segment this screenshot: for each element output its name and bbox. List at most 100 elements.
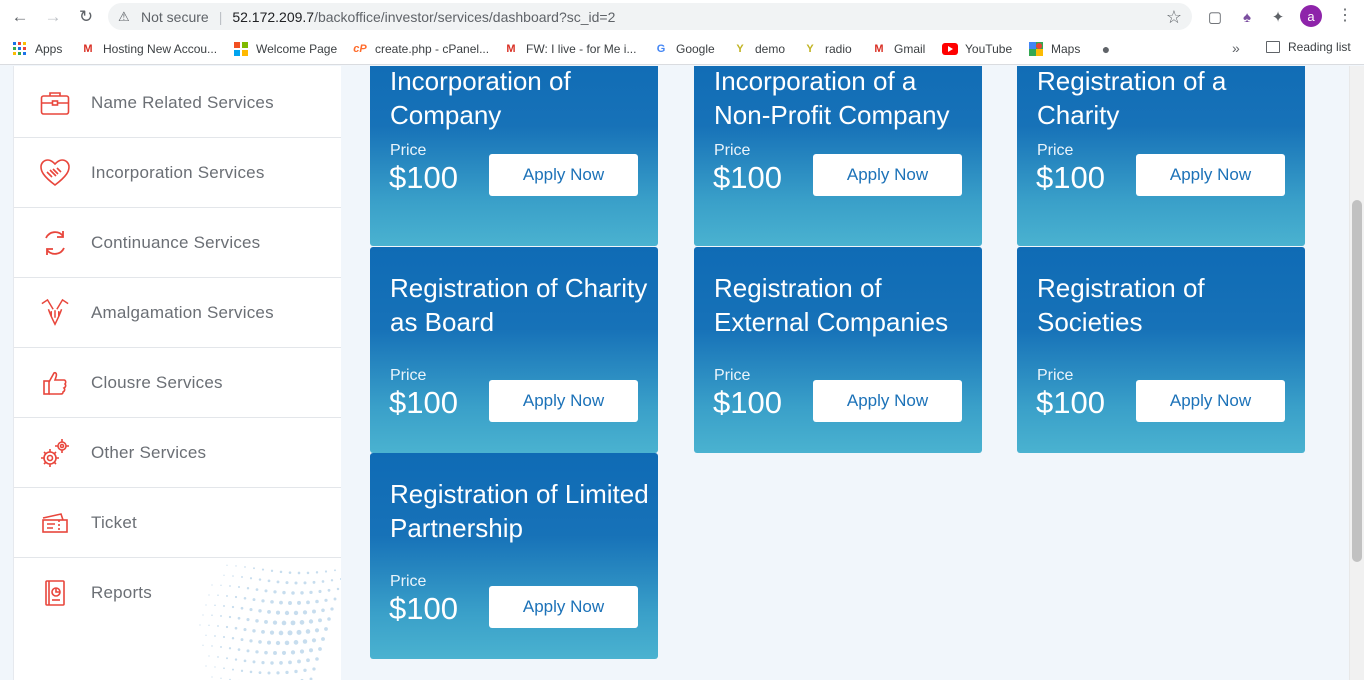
service-title: Incorporation of Company: [390, 66, 571, 130]
bookmark-hosting[interactable]: M Hosting New Accou...: [80, 40, 217, 58]
profile-avatar[interactable]: a: [1300, 5, 1322, 27]
bookmark-welcome[interactable]: Welcome Page: [233, 40, 337, 58]
bookmark-gmail[interactable]: M Gmail: [871, 40, 925, 58]
bookmark-demo[interactable]: Y demo: [732, 40, 785, 58]
bookmarks-overflow-button[interactable]: »: [1232, 40, 1240, 56]
sidebar-item-label: Continuance Services: [91, 232, 261, 252]
service-title: Incorporation of a Non-Profit Company: [714, 66, 950, 130]
sidebar-item-amalgamation[interactable]: Amalgamation Services: [14, 278, 341, 348]
sidebar-item-label: Other Services: [91, 442, 207, 462]
bookmark-label: create.php - cPanel...: [375, 42, 490, 56]
service-card: Registration of Societies Price $100 App…: [1017, 247, 1305, 453]
price-label: Price: [390, 142, 427, 159]
bookmark-label: Maps: [1051, 42, 1081, 56]
bookmark-cpanel[interactable]: cP create.php - cPanel...: [352, 40, 489, 58]
google-icon: G: [656, 43, 666, 55]
browser-toolbar: ← → ↻ ⚠ Not secure | 52.172.209.7/backof…: [0, 0, 1364, 33]
bookmark-label: radio: [825, 42, 852, 56]
price-value: $100: [389, 385, 458, 420]
extension-page-icon[interactable]: ▢: [1205, 7, 1225, 27]
refresh-cycle-icon: [40, 228, 70, 258]
url-path: /backoffice/investor/services/dashboard?…: [314, 8, 616, 25]
sidebar-item-label: Incorporation Services: [91, 162, 265, 182]
thumbs-up-icon: [40, 368, 70, 398]
sidebar-item-ticket[interactable]: Ticket: [14, 488, 341, 558]
sidebar-item-other[interactable]: Other Services: [14, 418, 341, 488]
address-separator: |: [218, 8, 223, 25]
service-card: Registration of Limited Partnership Pric…: [370, 453, 658, 659]
gmail-icon: M: [874, 43, 884, 55]
bookmark-label: Welcome Page: [256, 42, 338, 56]
bookmark-google[interactable]: G Google: [653, 40, 715, 58]
reading-list-button[interactable]: Reading list: [1266, 40, 1351, 54]
extensions-puzzle-icon[interactable]: ✦: [1268, 7, 1288, 27]
price-label: Price: [714, 142, 751, 159]
sidebar-item-label: Ticket: [91, 512, 137, 532]
globe-icon: ●: [1101, 41, 1111, 57]
reading-list-label: Reading list: [1288, 40, 1351, 54]
bookmark-fw[interactable]: M FW: I live - for Me i...: [503, 40, 636, 58]
reload-icon[interactable]: ↻: [75, 6, 97, 28]
price-value: $100: [389, 160, 458, 195]
price-label: Price: [1037, 142, 1074, 159]
bookmark-apps[interactable]: Apps: [12, 40, 62, 58]
warning-triangle-icon: ⚠: [118, 8, 130, 24]
apply-now-button[interactable]: Apply Now: [813, 380, 962, 422]
browser-menu-icon[interactable]: ⋮: [1337, 5, 1353, 27]
yammer-icon: Y: [736, 43, 744, 55]
apps-grid-icon: [12, 41, 28, 57]
bookmarks-bar: Apps M Hosting New Accou... Welcome Page…: [0, 33, 1364, 65]
price-value: $100: [713, 385, 782, 420]
service-card: Registration of Charity as Board Price $…: [370, 247, 658, 453]
bookmark-youtube[interactable]: YouTube: [942, 40, 1012, 58]
service-title: Registration of Charity as Board: [390, 273, 648, 337]
url-host: 52.172.209.7: [232, 8, 315, 25]
back-arrow-icon[interactable]: ←: [9, 6, 31, 28]
apply-now-button[interactable]: Apply Now: [1136, 154, 1285, 196]
sidebar-item-continuance[interactable]: Continuance Services: [14, 208, 341, 278]
service-title: Registration of Societies: [1037, 273, 1205, 337]
bookmark-label: Google: [676, 42, 715, 56]
bookmark-label: Gmail: [894, 42, 926, 56]
service-title: Registration of a Charity: [1037, 66, 1227, 130]
bookmark-label: Hosting New Accou...: [103, 42, 218, 56]
service-card: Incorporation of Company Price $100 Appl…: [370, 66, 658, 246]
scrollbar-thumb[interactable]: [1352, 200, 1362, 562]
apply-now-button[interactable]: Apply Now: [813, 154, 962, 196]
price-value: $100: [713, 160, 782, 195]
bookmark-label: Apps: [35, 42, 63, 56]
reading-list-icon: [1266, 41, 1280, 53]
bookmark-radio[interactable]: Y radio: [802, 40, 852, 58]
price-value: $100: [1036, 385, 1105, 420]
bookmark-label: FW: I live - for Me i...: [526, 42, 637, 56]
bookmark-star-icon[interactable]: ☆: [1166, 7, 1182, 28]
apply-now-button[interactable]: Apply Now: [489, 380, 638, 422]
address-bar[interactable]: ⚠ Not secure | 52.172.209.7/backoffice/i…: [108, 3, 1192, 30]
cpanel-icon: cP: [353, 43, 367, 55]
sidebar-item-incorporation[interactable]: Incorporation Services: [14, 138, 341, 208]
gears-icon: [40, 438, 70, 468]
apply-now-button[interactable]: Apply Now: [1136, 380, 1285, 422]
service-card: Registration of a Charity Price $100 App…: [1017, 66, 1305, 246]
url-text[interactable]: 52.172.209.7/backoffice/investor/service…: [232, 9, 615, 25]
sidebar-item-closure[interactable]: Clousre Services: [14, 348, 341, 418]
page-scrollbar[interactable]: [1349, 66, 1364, 680]
merge-hands-icon: [40, 298, 70, 328]
page-body: Name Related Services Incorporation Serv…: [0, 66, 1364, 680]
services-grid: Incorporation of Company Price $100 Appl…: [341, 66, 1334, 680]
apply-now-button[interactable]: Apply Now: [489, 586, 638, 628]
windows-icon: [233, 41, 249, 57]
apply-now-button[interactable]: Apply Now: [489, 154, 638, 196]
price-value: $100: [1036, 160, 1105, 195]
sidebar-item-label: Amalgamation Services: [91, 302, 274, 322]
not-secure-label: Not secure: [141, 8, 209, 25]
extension-cat-icon[interactable]: ♠: [1237, 7, 1257, 27]
gmail-icon: M: [83, 43, 93, 55]
gmail-icon: M: [506, 43, 516, 55]
bookmark-maps[interactable]: Maps: [1028, 40, 1080, 58]
forward-arrow-icon[interactable]: →: [42, 6, 64, 28]
bookmark-globe[interactable]: ●: [1098, 40, 1121, 58]
sidebar-item-label: Reports: [91, 583, 152, 602]
sidebar: Name Related Services Incorporation Serv…: [13, 66, 341, 680]
sidebar-item-name-related[interactable]: Name Related Services: [14, 68, 341, 138]
